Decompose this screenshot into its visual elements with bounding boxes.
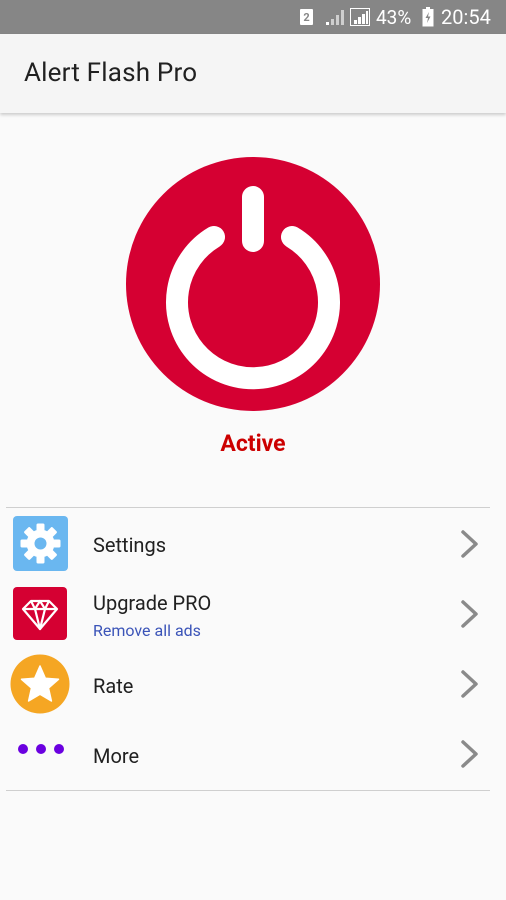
chevron-right-icon <box>458 739 482 769</box>
power-icon <box>166 186 340 390</box>
menu-item-more[interactable]: More <box>0 720 506 790</box>
battery-percent: 43% <box>376 5 412 29</box>
menu-label-more: More <box>93 744 140 768</box>
divider <box>6 790 490 791</box>
menu-item-rate[interactable]: Rate <box>0 650 506 720</box>
menu-label-settings: Settings <box>93 533 167 557</box>
sim-icon: 2 <box>300 0 316 34</box>
divider <box>6 507 490 508</box>
chevron-right-icon <box>458 669 482 699</box>
menu-item-upgrade[interactable]: Upgrade PRO Remove all ads <box>0 580 506 650</box>
gear-icon <box>13 516 68 571</box>
menu-label-rate: Rate <box>93 674 134 698</box>
status-bar: 2 43% 20:54 <box>0 0 506 34</box>
power-toggle-button[interactable] <box>126 157 380 411</box>
chevron-right-icon <box>458 529 482 559</box>
menu-item-settings[interactable]: Settings <box>0 509 506 579</box>
menu-sublabel-upgrade: Remove all ads <box>93 621 201 640</box>
signal-strong-icon <box>350 0 370 34</box>
app-title: Alert Flash Pro <box>24 58 198 88</box>
battery-icon <box>422 0 436 34</box>
sim-label: 2 <box>300 9 313 25</box>
star-icon <box>10 654 70 714</box>
clock: 20:54 <box>441 5 491 29</box>
dots-icon <box>17 741 65 755</box>
signal-weak-icon <box>324 0 344 34</box>
status-text: Active <box>220 430 286 457</box>
app-bar: Alert Flash Pro <box>0 34 506 113</box>
chevron-right-icon <box>458 599 482 629</box>
menu-label-upgrade: Upgrade PRO <box>93 591 212 615</box>
diamond-icon <box>13 587 67 640</box>
